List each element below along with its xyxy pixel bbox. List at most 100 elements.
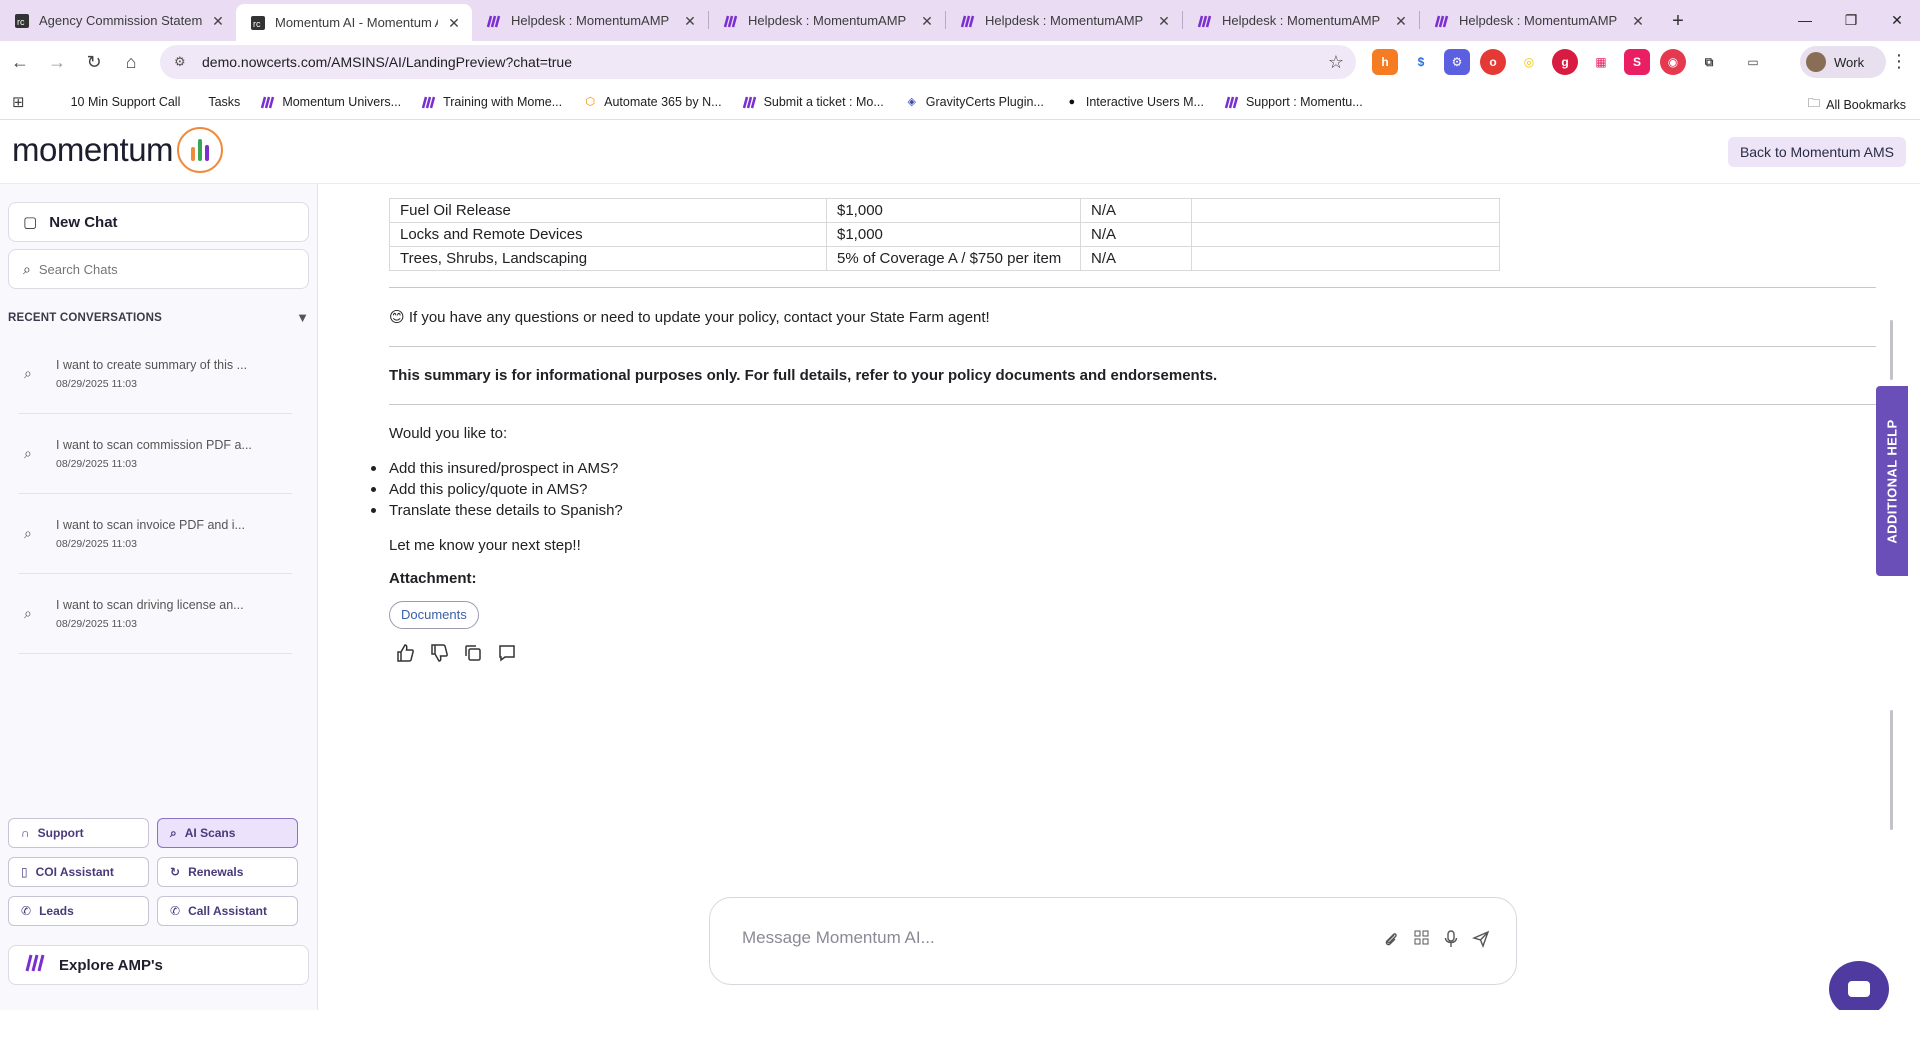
- extension-icon[interactable]: ◎: [1516, 49, 1542, 75]
- quick-action-label: Support: [37, 826, 84, 840]
- all-bookmarks-button[interactable]: 🗀 All Bookmarks: [1808, 94, 1906, 115]
- coi-assistant-button[interactable]: ▯ COI Assistant: [8, 857, 149, 887]
- scrollbar-thumb[interactable]: [1890, 320, 1893, 380]
- scrollbar-thumb[interactable]: [1890, 710, 1893, 830]
- thumbs-down-icon[interactable]: [429, 643, 449, 663]
- browser-tab[interactable]: Helpdesk : MomentumAMP ✕: [1183, 4, 1419, 37]
- reload-icon[interactable]: ↻: [77, 46, 111, 80]
- more-menu-icon[interactable]: ⋮: [1890, 51, 1908, 72]
- browser-tab[interactable]: Helpdesk : MomentumAMP ✕: [472, 4, 708, 37]
- contact-line: 😊 If you have any questions or need to u…: [389, 308, 1876, 326]
- star-icon[interactable]: ☆: [1328, 52, 1344, 73]
- back-arrow-icon[interactable]: ←: [3, 46, 37, 80]
- extension-icon[interactable]: o: [1480, 49, 1506, 75]
- grid-icon[interactable]: [1414, 930, 1430, 952]
- renewals-button[interactable]: ↻ Renewals: [157, 857, 298, 887]
- search-icon: ⌕: [23, 260, 31, 277]
- conversation-date: 08/29/2025 11:03: [56, 457, 137, 470]
- microphone-icon[interactable]: [1444, 930, 1458, 952]
- explore-amps-button[interactable]: Explore AMP's: [8, 945, 309, 985]
- close-icon[interactable]: ✕: [1393, 13, 1409, 29]
- bookmark-item[interactable]: ● Interactive Users M...: [1064, 94, 1204, 110]
- url-bar[interactable]: ⚙ demo.nowcerts.com/AMSINS/AI/LandingPre…: [160, 45, 1356, 79]
- automate-icon: ⬡: [585, 96, 595, 108]
- new-tab-button[interactable]: +: [1664, 7, 1692, 35]
- close-icon[interactable]: ✕: [1156, 13, 1172, 29]
- extension-icon[interactable]: ◉: [1660, 49, 1686, 75]
- extension-icon[interactable]: g: [1552, 49, 1578, 75]
- attach-icon[interactable]: [1382, 930, 1400, 952]
- site-info-icon[interactable]: ⚙: [174, 54, 192, 70]
- browser-tab[interactable]: Helpdesk : MomentumAMP ✕: [709, 4, 945, 37]
- search-icon: ⌕: [24, 605, 32, 621]
- documents-chip[interactable]: Documents: [389, 601, 479, 629]
- conversation-date: 08/29/2025 11:03: [56, 617, 137, 630]
- browser-tab[interactable]: Helpdesk : MomentumAMP ✕: [946, 4, 1182, 37]
- options-list: Add this insured/prospect in AMS? Add th…: [371, 458, 1876, 521]
- call-assistant-button[interactable]: ✆ Call Assistant: [157, 896, 298, 926]
- list-item: Add this policy/quote in AMS?: [371, 479, 1876, 500]
- conversation-item[interactable]: ⌕ I want to scan driving license an... 0…: [18, 574, 292, 654]
- conversation-item[interactable]: ⌕ I want to scan invoice PDF and i... 08…: [18, 494, 292, 574]
- apps-grid-icon[interactable]: ⊞: [12, 93, 25, 111]
- home-icon[interactable]: ⌂: [114, 46, 148, 80]
- bookmark-label: Interactive Users M...: [1085, 94, 1204, 109]
- bookmark-item[interactable]: 10 Min Support Call: [71, 95, 181, 109]
- bookmark-item[interactable]: ◈ GravityCerts Plugin...: [904, 94, 1044, 110]
- bookmark-item[interactable]: Tasks: [208, 95, 240, 109]
- bookmark-item[interactable]: Training with Mome...: [421, 94, 562, 110]
- support-chat-launcher[interactable]: [1829, 961, 1889, 1017]
- minimize-icon[interactable]: —: [1782, 0, 1828, 40]
- close-icon[interactable]: ✕: [682, 13, 698, 29]
- puzzle-icon[interactable]: ⧉: [1696, 49, 1722, 75]
- close-icon[interactable]: ✕: [446, 15, 462, 31]
- conversation-title: I want to scan invoice PDF and i...: [56, 517, 245, 532]
- back-to-ams-button[interactable]: Back to Momentum AMS: [1727, 137, 1906, 167]
- momentum-logo[interactable]: momentum: [12, 127, 224, 173]
- rc-icon: rc: [14, 13, 30, 29]
- search-icon: ⌕: [24, 445, 32, 461]
- message-input[interactable]: [742, 928, 1342, 948]
- browser-tab[interactable]: Helpdesk : MomentumAMP ✕: [1420, 4, 1656, 37]
- bookmark-item[interactable]: Support : Momentu...: [1224, 94, 1363, 110]
- restore-icon[interactable]: ❐: [1828, 0, 1874, 40]
- comment-icon[interactable]: [497, 643, 517, 663]
- sidepanel-icon[interactable]: ▭: [1740, 49, 1766, 75]
- extension-icon[interactable]: S: [1624, 49, 1650, 75]
- close-icon[interactable]: ✕: [1630, 13, 1646, 29]
- table-cell: N/A: [1080, 222, 1192, 247]
- thumbs-up-icon[interactable]: [395, 643, 415, 663]
- extension-icon[interactable]: $: [1408, 49, 1434, 75]
- conversation-item[interactable]: ⌕ I want to scan commission PDF a... 08/…: [18, 414, 292, 494]
- extension-icon[interactable]: ⚙: [1444, 49, 1470, 75]
- profile-button[interactable]: Work: [1800, 46, 1886, 78]
- phone-icon: ✆: [170, 904, 181, 918]
- send-icon[interactable]: [1471, 930, 1490, 952]
- close-icon[interactable]: ✕: [919, 13, 935, 29]
- tab-title: Helpdesk : MomentumAMP: [1459, 13, 1618, 28]
- search-chats-box[interactable]: ⌕: [8, 249, 309, 289]
- close-window-icon[interactable]: ✕: [1874, 0, 1920, 40]
- copy-icon[interactable]: [463, 643, 483, 663]
- recent-conversations-title: RECENT CONVERSATIONS: [8, 312, 162, 324]
- new-chat-button[interactable]: ▢ New Chat: [8, 202, 309, 242]
- search-chats-input[interactable]: [38, 261, 279, 277]
- browser-tab-active[interactable]: rc Momentum AI - Momentum AI ✕: [236, 4, 472, 41]
- ai-scans-button[interactable]: ⌕ AI Scans: [157, 818, 298, 848]
- support-button[interactable]: ∩ Support: [8, 818, 149, 848]
- filter-icon[interactable]: ▼: [296, 310, 309, 325]
- hubspot-extension-icon[interactable]: h: [1372, 49, 1398, 75]
- extension-icon[interactable]: ▦: [1588, 49, 1614, 75]
- close-icon[interactable]: ✕: [210, 13, 226, 29]
- browser-tab[interactable]: rc Agency Commission Statement ✕: [0, 4, 236, 37]
- forward-arrow-icon[interactable]: →: [40, 46, 74, 80]
- logo-mark-icon: [177, 127, 224, 173]
- bookmark-item[interactable]: Momentum Univers...: [260, 94, 401, 110]
- bookmark-item[interactable]: ⬡ Automate 365 by N...: [582, 94, 721, 110]
- bookmark-item[interactable]: Submit a ticket : Mo...: [742, 94, 884, 110]
- leads-button[interactable]: ✆ Leads: [8, 896, 149, 926]
- additional-help-tab[interactable]: ADDITIONAL HELP: [1876, 386, 1908, 576]
- folder-icon: 🗀: [1807, 96, 1821, 110]
- url-text: demo.nowcerts.com/AMSINS/AI/LandingPrevi…: [202, 54, 573, 70]
- conversation-item[interactable]: ⌕ I want to create summary of this ... 0…: [18, 334, 292, 414]
